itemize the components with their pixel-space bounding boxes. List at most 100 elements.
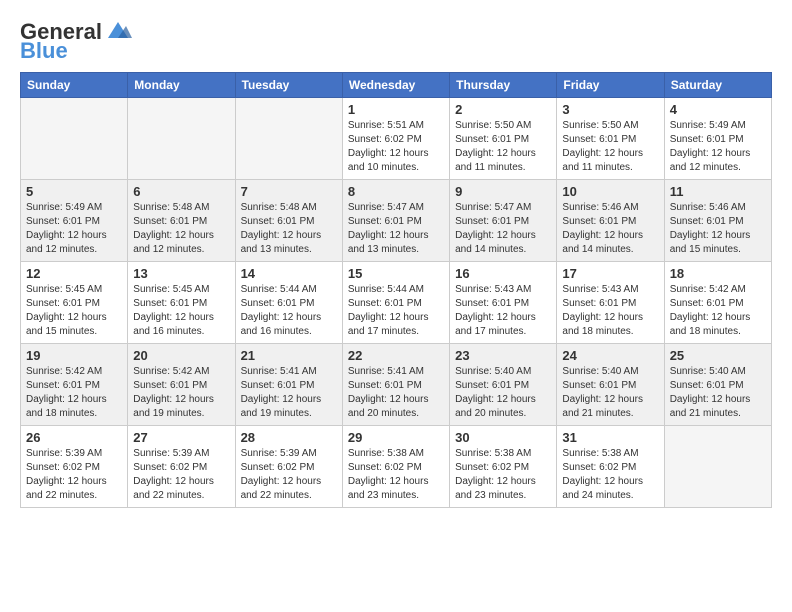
sunrise-label: Sunrise: 5:44 AM [348, 284, 424, 295]
day-info: Sunrise: 5:38 AM Sunset: 6:02 PM Dayligh… [455, 447, 551, 503]
daylight-label: Daylight: 12 hours and 20 minutes. [348, 394, 429, 419]
day-info: Sunrise: 5:39 AM Sunset: 6:02 PM Dayligh… [241, 447, 337, 503]
daylight-label: Daylight: 12 hours and 12 minutes. [133, 230, 214, 255]
sunrise-label: Sunrise: 5:50 AM [455, 120, 531, 131]
calendar-cell: 7 Sunrise: 5:48 AM Sunset: 6:01 PM Dayli… [235, 180, 342, 262]
calendar-cell: 2 Sunrise: 5:50 AM Sunset: 6:01 PM Dayli… [450, 98, 557, 180]
sunset-label: Sunset: 6:01 PM [455, 134, 529, 145]
day-info: Sunrise: 5:41 AM Sunset: 6:01 PM Dayligh… [241, 365, 337, 421]
daylight-label: Daylight: 12 hours and 16 minutes. [133, 312, 214, 337]
sunset-label: Sunset: 6:02 PM [241, 462, 315, 473]
calendar-cell: 23 Sunrise: 5:40 AM Sunset: 6:01 PM Dayl… [450, 344, 557, 426]
sunrise-label: Sunrise: 5:38 AM [455, 448, 531, 459]
day-info: Sunrise: 5:38 AM Sunset: 6:02 PM Dayligh… [562, 447, 658, 503]
daylight-label: Daylight: 12 hours and 20 minutes. [455, 394, 536, 419]
day-number: 31 [562, 430, 658, 445]
weekday-header-sunday: Sunday [21, 73, 128, 98]
sunrise-label: Sunrise: 5:49 AM [26, 202, 102, 213]
daylight-label: Daylight: 12 hours and 19 minutes. [133, 394, 214, 419]
day-info: Sunrise: 5:43 AM Sunset: 6:01 PM Dayligh… [455, 283, 551, 339]
calendar-week-5: 26 Sunrise: 5:39 AM Sunset: 6:02 PM Dayl… [21, 426, 772, 508]
day-number: 5 [26, 184, 122, 199]
day-number: 27 [133, 430, 229, 445]
day-info: Sunrise: 5:46 AM Sunset: 6:01 PM Dayligh… [670, 201, 766, 257]
sunset-label: Sunset: 6:01 PM [670, 216, 744, 227]
sunset-label: Sunset: 6:01 PM [562, 380, 636, 391]
day-number: 16 [455, 266, 551, 281]
sunset-label: Sunset: 6:01 PM [241, 216, 315, 227]
sunset-label: Sunset: 6:01 PM [670, 298, 744, 309]
sunset-label: Sunset: 6:01 PM [562, 134, 636, 145]
sunset-label: Sunset: 6:01 PM [455, 298, 529, 309]
sunrise-label: Sunrise: 5:39 AM [133, 448, 209, 459]
calendar-cell: 28 Sunrise: 5:39 AM Sunset: 6:02 PM Dayl… [235, 426, 342, 508]
sunset-label: Sunset: 6:01 PM [562, 298, 636, 309]
weekday-header-monday: Monday [128, 73, 235, 98]
calendar-week-2: 5 Sunrise: 5:49 AM Sunset: 6:01 PM Dayli… [21, 180, 772, 262]
calendar-cell: 5 Sunrise: 5:49 AM Sunset: 6:01 PM Dayli… [21, 180, 128, 262]
calendar-week-1: 1 Sunrise: 5:51 AM Sunset: 6:02 PM Dayli… [21, 98, 772, 180]
day-number: 13 [133, 266, 229, 281]
sunset-label: Sunset: 6:01 PM [26, 380, 100, 391]
page-container: General Blue SundayMondayTuesdayWednesda… [0, 0, 792, 518]
logo-icon [104, 20, 132, 42]
day-number: 6 [133, 184, 229, 199]
day-info: Sunrise: 5:39 AM Sunset: 6:02 PM Dayligh… [133, 447, 229, 503]
daylight-label: Daylight: 12 hours and 15 minutes. [26, 312, 107, 337]
logo: General Blue [20, 20, 132, 62]
day-info: Sunrise: 5:47 AM Sunset: 6:01 PM Dayligh… [455, 201, 551, 257]
sunrise-label: Sunrise: 5:38 AM [562, 448, 638, 459]
daylight-label: Daylight: 12 hours and 14 minutes. [562, 230, 643, 255]
sunrise-label: Sunrise: 5:40 AM [455, 366, 531, 377]
sunrise-label: Sunrise: 5:49 AM [670, 120, 746, 131]
weekday-header-wednesday: Wednesday [342, 73, 449, 98]
calendar-cell: 15 Sunrise: 5:44 AM Sunset: 6:01 PM Dayl… [342, 262, 449, 344]
day-number: 1 [348, 102, 444, 117]
weekday-header-saturday: Saturday [664, 73, 771, 98]
sunrise-label: Sunrise: 5:40 AM [562, 366, 638, 377]
day-number: 17 [562, 266, 658, 281]
day-info: Sunrise: 5:40 AM Sunset: 6:01 PM Dayligh… [455, 365, 551, 421]
sunset-label: Sunset: 6:02 PM [348, 134, 422, 145]
day-number: 21 [241, 348, 337, 363]
day-info: Sunrise: 5:38 AM Sunset: 6:02 PM Dayligh… [348, 447, 444, 503]
day-number: 9 [455, 184, 551, 199]
day-info: Sunrise: 5:51 AM Sunset: 6:02 PM Dayligh… [348, 119, 444, 175]
calendar-cell: 19 Sunrise: 5:42 AM Sunset: 6:01 PM Dayl… [21, 344, 128, 426]
day-info: Sunrise: 5:44 AM Sunset: 6:01 PM Dayligh… [348, 283, 444, 339]
weekday-header-friday: Friday [557, 73, 664, 98]
daylight-label: Daylight: 12 hours and 18 minutes. [562, 312, 643, 337]
calendar-cell: 25 Sunrise: 5:40 AM Sunset: 6:01 PM Dayl… [664, 344, 771, 426]
sunrise-label: Sunrise: 5:43 AM [455, 284, 531, 295]
day-number: 15 [348, 266, 444, 281]
sunset-label: Sunset: 6:01 PM [348, 298, 422, 309]
sunrise-label: Sunrise: 5:51 AM [348, 120, 424, 131]
daylight-label: Daylight: 12 hours and 11 minutes. [562, 148, 643, 173]
calendar-cell: 3 Sunrise: 5:50 AM Sunset: 6:01 PM Dayli… [557, 98, 664, 180]
sunset-label: Sunset: 6:02 PM [455, 462, 529, 473]
day-number: 28 [241, 430, 337, 445]
sunrise-label: Sunrise: 5:39 AM [26, 448, 102, 459]
calendar-cell: 27 Sunrise: 5:39 AM Sunset: 6:02 PM Dayl… [128, 426, 235, 508]
daylight-label: Daylight: 12 hours and 22 minutes. [26, 476, 107, 501]
calendar-week-3: 12 Sunrise: 5:45 AM Sunset: 6:01 PM Dayl… [21, 262, 772, 344]
day-number: 24 [562, 348, 658, 363]
day-info: Sunrise: 5:46 AM Sunset: 6:01 PM Dayligh… [562, 201, 658, 257]
sunrise-label: Sunrise: 5:42 AM [26, 366, 102, 377]
day-info: Sunrise: 5:42 AM Sunset: 6:01 PM Dayligh… [670, 283, 766, 339]
calendar-table: SundayMondayTuesdayWednesdayThursdayFrid… [20, 72, 772, 508]
calendar-header-row: SundayMondayTuesdayWednesdayThursdayFrid… [21, 73, 772, 98]
calendar-cell: 22 Sunrise: 5:41 AM Sunset: 6:01 PM Dayl… [342, 344, 449, 426]
calendar-cell: 13 Sunrise: 5:45 AM Sunset: 6:01 PM Dayl… [128, 262, 235, 344]
day-info: Sunrise: 5:50 AM Sunset: 6:01 PM Dayligh… [455, 119, 551, 175]
sunrise-label: Sunrise: 5:50 AM [562, 120, 638, 131]
day-info: Sunrise: 5:45 AM Sunset: 6:01 PM Dayligh… [26, 283, 122, 339]
calendar-cell: 31 Sunrise: 5:38 AM Sunset: 6:02 PM Dayl… [557, 426, 664, 508]
weekday-header-thursday: Thursday [450, 73, 557, 98]
day-info: Sunrise: 5:42 AM Sunset: 6:01 PM Dayligh… [26, 365, 122, 421]
day-number: 14 [241, 266, 337, 281]
sunrise-label: Sunrise: 5:46 AM [562, 202, 638, 213]
daylight-label: Daylight: 12 hours and 11 minutes. [455, 148, 536, 173]
sunset-label: Sunset: 6:01 PM [348, 380, 422, 391]
sunset-label: Sunset: 6:02 PM [348, 462, 422, 473]
